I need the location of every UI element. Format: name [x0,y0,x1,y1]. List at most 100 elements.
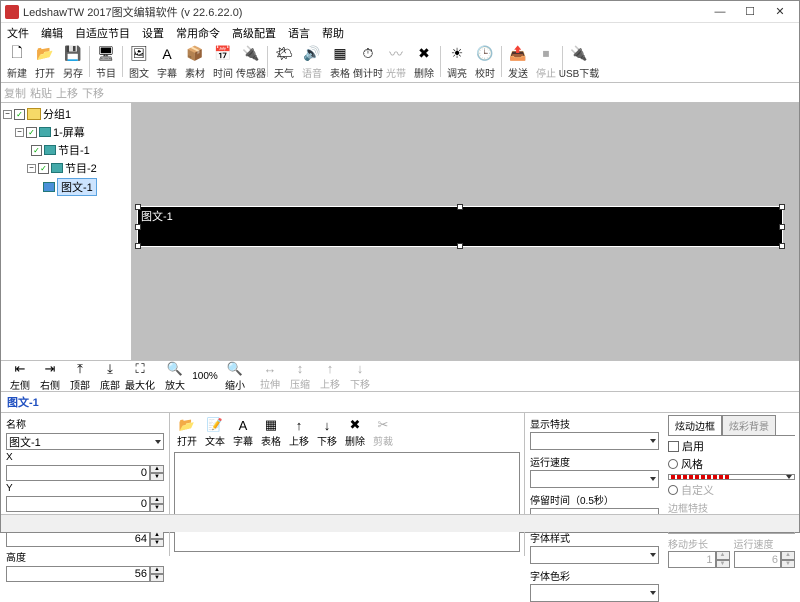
toolbar-倒计时[interactable]: ⏱倒计时 [354,42,382,81]
menu-settings[interactable]: 设置 [142,25,164,39]
custom-radio[interactable] [668,485,678,495]
menu-edit[interactable]: 编辑 [41,25,63,39]
toolbar-调亮[interactable]: ☀调亮 [443,42,471,81]
toolbar-缩小[interactable]: 🔍缩小 [220,361,250,392]
content-下移[interactable]: ↓下移 [314,418,340,448]
toolbar-校时[interactable]: 🕒校时 [471,42,499,81]
toolbar-最大化[interactable]: ⛶最大化 [125,361,155,392]
resize-handle-e[interactable] [779,224,785,230]
checkbox[interactable]: ✓ [31,145,42,156]
led-object[interactable]: 图文-1 [137,206,783,247]
menu-common[interactable]: 常用命令 [176,25,220,39]
toolbar-发送[interactable]: 📤发送 [504,42,532,81]
x-stepper[interactable]: 0▲▼ [6,465,164,481]
tree-screen[interactable]: 1-屏幕 [53,124,85,140]
checkbox[interactable]: ✓ [26,127,37,138]
checkbox[interactable]: ✓ [38,163,49,174]
toolbar-节目[interactable]: 🖥节目 [92,42,120,81]
resize-handle-ne[interactable] [779,204,785,210]
toolbar-粘贴[interactable]: 粘贴 [29,85,53,101]
toolbar-放大[interactable]: 🔍放大 [160,361,190,392]
content-表格[interactable]: ▦表格 [258,417,284,448]
toolbar-新建[interactable]: 🗋新建 [3,42,31,81]
resize-handle-nw[interactable] [135,204,141,210]
toolbar-素材[interactable]: 📦素材 [181,42,209,81]
close-button[interactable]: ✕ [765,3,795,21]
y-stepper[interactable]: 0▲▼ [6,496,164,512]
font-color-select[interactable] [530,584,659,602]
toolbar-上移[interactable]: ↑上移 [315,361,345,391]
tree-prog1[interactable]: 节目-1 [58,142,90,158]
tab-background[interactable]: 炫彩背景 [722,415,776,435]
toolbar-语音[interactable]: 🔊语音 [298,42,326,81]
toolbar-下移[interactable]: 下移 [81,85,105,101]
menu-file[interactable]: 文件 [7,25,29,39]
toolbar-停止[interactable]: ⏹停止 [532,42,560,81]
toolbar-拉伸[interactable]: ↔拉伸 [255,361,285,391]
stay-label: 停留时间（0.5秒） [530,492,659,507]
speed-select[interactable] [530,470,659,488]
tree-expand-icon[interactable]: − [3,110,12,119]
content-字幕[interactable]: A字幕 [230,418,256,448]
content-文本[interactable]: 📝文本 [202,417,228,448]
selection-title: 图文-1 [1,392,799,413]
toolbar-左侧[interactable]: ⇤左侧 [5,361,35,392]
style-swatch[interactable] [668,474,795,480]
toolbar-下移[interactable]: ↓下移 [345,361,375,391]
图文-icon: 🖼 [129,44,149,64]
menu-help[interactable]: 帮助 [322,25,344,39]
content-上移[interactable]: ↑上移 [286,418,312,448]
content-剪裁[interactable]: ✂剪裁 [370,417,396,448]
toolbar-表格[interactable]: ▦表格 [326,42,354,81]
checkbox[interactable]: ✓ [14,109,25,120]
resize-handle-sw[interactable] [135,243,141,249]
toolbar-上移[interactable]: 上移 [55,85,79,101]
menu-adaptive[interactable]: 自适应节目 [75,25,130,39]
tree-expand-icon[interactable]: − [15,128,24,137]
font-style-select[interactable] [530,546,659,564]
resize-handle-se[interactable] [779,243,785,249]
maximize-button[interactable]: ☐ [735,3,765,21]
tree-group[interactable]: 分组1 [43,106,71,122]
content-list[interactable] [174,452,520,552]
toolbar-另存[interactable]: 💾另存 [59,42,87,81]
toolbar-传感器[interactable]: 🔌传感器 [237,42,265,81]
toolbar-时间[interactable]: 📅时间 [209,42,237,81]
toolbar-顶部[interactable]: ⤒顶部 [65,361,95,392]
tab-border[interactable]: 炫动边框 [668,415,722,435]
tree-expand-icon[interactable]: − [27,164,36,173]
toolbar-压缩[interactable]: ↕压缩 [285,361,315,391]
display-effect-select[interactable] [530,432,659,450]
style-radio[interactable] [668,459,678,469]
toolbar-图文[interactable]: 🖼图文 [125,42,153,81]
resize-handle-n[interactable] [457,204,463,210]
toolbar-打开[interactable]: 📂打开 [31,42,59,81]
resize-handle-s[interactable] [457,243,463,249]
toolbar-天气[interactable]: 🌤天气 [270,42,298,81]
height-stepper[interactable]: 56▲▼ [6,566,164,582]
toolbar-右侧[interactable]: ⇥右侧 [35,361,65,392]
文本-icon: 📝 [207,417,223,433]
content-打开[interactable]: 📂打开 [174,417,200,448]
minimize-button[interactable]: — [705,3,735,21]
toolbar-复制[interactable]: 复制 [3,85,27,101]
content-删除[interactable]: ✖删除 [342,417,368,448]
toolbar-100%[interactable]: 100% [190,371,220,382]
toolbar-字幕[interactable]: A字幕 [153,42,181,81]
toolbar-底部[interactable]: ⤓底部 [95,361,125,392]
enable-checkbox[interactable] [668,441,679,452]
width-stepper[interactable]: 64▲▼ [6,531,164,547]
停止-icon: ⏹ [536,44,556,64]
menu-advanced[interactable]: 高级配置 [232,25,276,39]
step-stepper[interactable]: 1▲▼ [668,551,730,568]
menu-language[interactable]: 语言 [288,25,310,39]
name-input[interactable]: 图文-1 [6,433,164,450]
toolbar-光带[interactable]: 〰光带 [382,42,410,81]
resize-handle-w[interactable] [135,224,141,230]
canvas[interactable]: 图文-1 [132,103,799,360]
toolbar-USB下载[interactable]: 🔌USB下载 [565,42,593,81]
tree-selected-item[interactable]: 图文-1 [57,178,97,196]
tree-prog2[interactable]: 节目-2 [65,160,97,176]
toolbar-删除[interactable]: ✖删除 [410,42,438,81]
border-speed-stepper[interactable]: 6▲▼ [734,551,796,568]
